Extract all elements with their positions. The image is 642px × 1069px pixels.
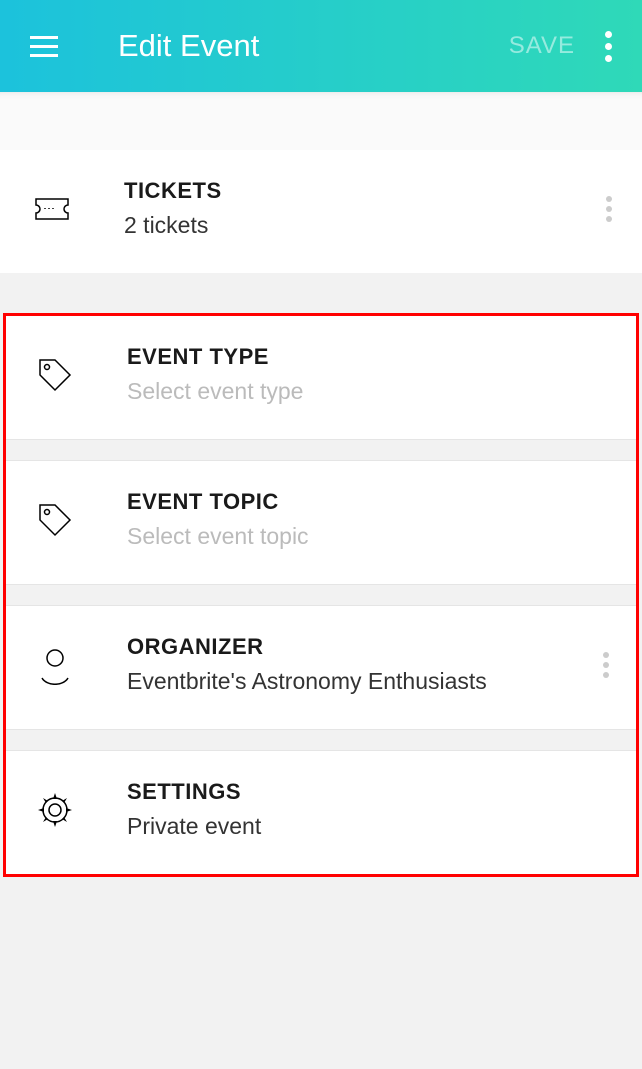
event-topic-label: EVENT TOPIC xyxy=(127,489,609,515)
settings-value: Private event xyxy=(127,813,609,840)
event-type-placeholder: Select event type xyxy=(127,378,609,405)
event-type-label: EVENT TYPE xyxy=(127,344,609,370)
settings-row[interactable]: SETTINGS Private event xyxy=(6,751,636,874)
organizer-more-icon[interactable] xyxy=(603,652,609,678)
tickets-label: TICKETS xyxy=(124,178,606,204)
spacer xyxy=(6,584,636,606)
ticket-icon xyxy=(30,187,74,231)
event-topic-row[interactable]: EVENT TOPIC Select event topic xyxy=(6,461,636,584)
event-topic-placeholder: Select event topic xyxy=(127,523,609,550)
gear-icon xyxy=(33,788,77,832)
tickets-value: 2 tickets xyxy=(124,212,606,239)
spacer xyxy=(6,729,636,751)
event-type-content: EVENT TYPE Select event type xyxy=(127,344,609,405)
tickets-row[interactable]: TICKETS 2 tickets xyxy=(0,150,642,273)
tickets-content: TICKETS 2 tickets xyxy=(124,178,606,239)
tickets-more-icon[interactable] xyxy=(606,196,612,222)
organizer-content: ORGANIZER Eventbrite's Astronomy Enthusi… xyxy=(127,634,603,695)
tag-icon xyxy=(33,353,77,397)
spacer xyxy=(0,92,642,150)
event-topic-content: EVENT TOPIC Select event topic xyxy=(127,489,609,550)
tag-icon xyxy=(33,498,77,542)
save-button[interactable]: SAVE xyxy=(509,32,575,60)
app-header: Edit Event SAVE xyxy=(0,0,642,92)
spacer xyxy=(6,439,636,461)
more-icon[interactable] xyxy=(605,31,612,62)
highlighted-section: EVENT TYPE Select event type EVENT TOPIC… xyxy=(3,313,639,877)
organizer-value: Eventbrite's Astronomy Enthusiasts xyxy=(127,668,603,695)
menu-icon[interactable] xyxy=(30,36,58,57)
settings-label: SETTINGS xyxy=(127,779,609,805)
page-title: Edit Event xyxy=(118,28,509,64)
organizer-label: ORGANIZER xyxy=(127,634,603,660)
organizer-row[interactable]: ORGANIZER Eventbrite's Astronomy Enthusi… xyxy=(6,606,636,729)
person-icon xyxy=(33,643,77,687)
settings-content: SETTINGS Private event xyxy=(127,779,609,840)
event-type-row[interactable]: EVENT TYPE Select event type xyxy=(6,316,636,439)
